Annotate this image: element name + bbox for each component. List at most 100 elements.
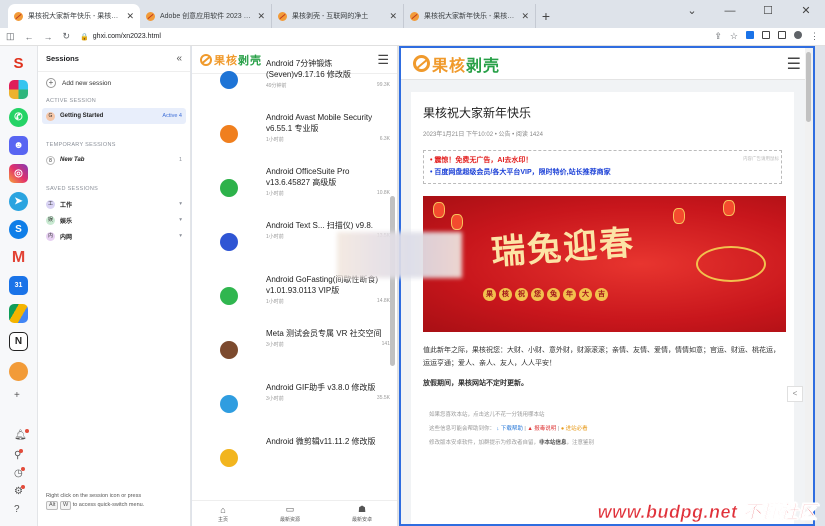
post-time: 1小时前 [266, 299, 284, 305]
drive-icon[interactable] [9, 304, 28, 323]
expand-icon[interactable]: ▾ [179, 233, 182, 239]
close-tab-icon[interactable]: ✕ [521, 11, 529, 22]
must-read-link[interactable]: ● 进站必看 [561, 426, 588, 432]
scrollbar[interactable] [390, 196, 395, 366]
telegram-icon[interactable]: ➤ [9, 192, 28, 211]
sidebar-toggle-icon[interactable]: ◫ [6, 31, 15, 42]
close-tab-icon[interactable]: ✕ [257, 11, 265, 22]
post-title[interactable]: Android Avast Mobile Security v6.55.1 专业… [266, 112, 390, 134]
gear-icon[interactable]: ⚙ [14, 485, 25, 497]
share-icon[interactable]: < [787, 386, 803, 402]
expand-icon[interactable]: ▾ [179, 201, 182, 207]
calendar-icon[interactable]: 31 [9, 276, 28, 295]
site-app-icon[interactable] [9, 362, 28, 381]
disclaimer-b: 非本站信息 [539, 440, 567, 446]
nav-android[interactable]: ☗ 最新安卓 [352, 504, 372, 523]
discord-icon[interactable]: ☻ [9, 136, 28, 155]
ad-link-2[interactable]: • 百度网盘超级会员/各大平台VIP，限时特价,站长推荐商家 [430, 167, 775, 179]
post-views: 6.3K [379, 136, 390, 142]
scrollbar-thumb[interactable] [806, 52, 811, 122]
maximize-button[interactable]: ☐ [749, 0, 787, 22]
app-logo-icon[interactable]: S [9, 54, 28, 73]
post-title[interactable]: Android Text S... 扫描仪) v9.8. [266, 220, 390, 231]
session-row[interactable]: 工 工作 ▾ [38, 196, 190, 212]
reading-list-icon[interactable] [762, 31, 770, 39]
post-item[interactable]: Meta 测试会员专属 VR 社交空间 3小时前 141 [192, 324, 397, 378]
collapse-icon[interactable]: « [176, 53, 182, 64]
post-item[interactable]: Android 7分钟锻炼(Seven)v9.17.16 修改版 49分钟前 99.… [192, 54, 397, 108]
tab-search-icon[interactable]: ⌄ [673, 0, 711, 22]
site-watermark: www.budpg.net 不懂社区 [597, 502, 817, 523]
nav-home[interactable]: ⌂ 主页 [218, 505, 228, 523]
post-title[interactable]: Meta 测试会员专属 VR 社交空间 [266, 328, 390, 339]
slack-icon[interactable] [9, 80, 28, 99]
download-help-link[interactable]: ↓ 下载帮助 [497, 426, 523, 432]
post-title[interactable]: Android 7分钟锻炼(Seven)v9.17.16 修改版 [266, 58, 390, 80]
more-menu-icon[interactable]: ⋮ [810, 31, 819, 42]
skype-icon[interactable]: S [9, 220, 28, 239]
post-meta: 3小时前 141 [266, 341, 390, 348]
post-title[interactable]: Android OfficeSuite Pro v13.6.45827 高级版 [266, 166, 390, 188]
bell-icon[interactable]: 🔔︎ [14, 429, 29, 441]
close-window-button[interactable]: ✕ [787, 0, 825, 22]
notion-icon[interactable]: N [9, 332, 28, 351]
sessions-title: Sessions [46, 54, 79, 63]
nav-label: 主页 [217, 516, 228, 523]
extension-icon[interactable] [746, 31, 754, 39]
article-footer-info: 如果您喜欢本站，点击这儿不花一分钱用哪本站 这些信息可能会帮助到你： ↓ 下载帮… [423, 408, 782, 450]
session-row[interactable]: G Getting Started Active 4 [42, 108, 186, 124]
ad-notice-box: • 震惊！免费无广告，AI去水印！ • 百度网盘超级会员/各大平台VIP，限时特… [423, 150, 782, 184]
post-item[interactable]: Android 微剪辑v11.11.2 修改版 [192, 432, 397, 486]
back-button[interactable]: ← [25, 32, 34, 42]
nav-latest[interactable]: ▭ 最新资源 [280, 504, 300, 523]
help-icon[interactable]: ? [14, 504, 20, 515]
new-tab-button[interactable]: + [536, 4, 556, 28]
address-bar[interactable]: 🔒 ghxi.com/xn2023.html [80, 33, 161, 41]
clock-icon[interactable]: ◷ [14, 467, 25, 479]
site-logo[interactable]: 果核剥壳 [413, 52, 500, 76]
reload-button[interactable]: ↻ [63, 31, 71, 42]
expand-icon[interactable]: ▾ [179, 217, 182, 223]
banner-char: 年 [563, 288, 576, 301]
post-item[interactable]: Android OfficeSuite Pro v13.6.45827 高级版 1… [192, 162, 397, 216]
instagram-icon[interactable]: ◎ [9, 164, 28, 183]
ad-link-1[interactable]: • 震惊！免费无广告，AI去水印！ [430, 155, 775, 167]
session-row[interactable]: 8 New Tab 1 [38, 152, 190, 168]
article-body: 值此新年之际，果核祝您：大财、小财、意外财，财源滚滚；亲情、友情、爱情，情情如意… [423, 347, 780, 367]
logo-ring-icon [413, 55, 430, 72]
close-tab-icon[interactable]: ✕ [389, 11, 397, 22]
add-session-button[interactable]: + Add new session [38, 72, 190, 94]
gmail-icon[interactable]: M [9, 248, 28, 267]
add-app-icon[interactable]: + [14, 390, 20, 401]
tab-2[interactable]: Adobe 创意应用软件 2023 合集 ... ✕ [140, 4, 272, 28]
close-tab-icon[interactable]: ✕ [126, 11, 134, 22]
profile-avatar[interactable] [794, 31, 802, 39]
session-row[interactable]: 娱 娱乐 ▾ [38, 212, 190, 228]
whatsapp-icon[interactable]: ✆ [9, 108, 28, 127]
search-icon[interactable]: ⚲ [14, 449, 24, 461]
banner-char: 兔 [547, 288, 560, 301]
minimize-button[interactable]: — [711, 0, 749, 22]
tab-3[interactable]: 果核剥壳 - 互联网的净土 ✕ [272, 4, 404, 28]
session-row[interactable]: 内 内网 ▾ [38, 228, 190, 244]
forward-button[interactable]: → [44, 32, 53, 42]
post-thumbnail [200, 58, 258, 102]
post-meta: 1小时前 14.8K [266, 298, 390, 305]
virus-report-link[interactable]: ▲ 报毒说明 [527, 426, 556, 432]
tab-4[interactable]: 果核祝大家新年快乐 - 果核剥壳 ✕ [404, 4, 536, 28]
share-icon[interactable]: ⇪ [714, 31, 722, 42]
post-thumbnail [200, 220, 258, 264]
bookmark-star-icon[interactable]: ☆ [730, 31, 738, 42]
post-title[interactable]: Android 微剪辑v11.11.2 修改版 [266, 436, 390, 447]
tab-1[interactable]: 果核祝大家新年快乐 - 果核剥壳 ✕ [8, 4, 140, 28]
post-title[interactable]: Android GIF助手 v3.8.0 修改版 [266, 382, 390, 393]
post-item[interactable]: Android GIF助手 v3.8.0 修改版 3小时前 35.5K [192, 378, 397, 432]
hamburger-menu-icon[interactable]: ☰ [787, 54, 801, 74]
post-time: 3小时前 [266, 342, 284, 348]
banner-title: 瑞兔迎春 [490, 223, 637, 273]
scrollbar[interactable] [805, 48, 813, 524]
split-view-icon[interactable] [778, 31, 786, 39]
app-icon [220, 71, 238, 89]
post-item[interactable]: Android GoFasting(间歇性断食) v1.01.93.0113 V… [192, 270, 397, 324]
post-item[interactable]: Android Avast Mobile Security v6.55.1 专业… [192, 108, 397, 162]
